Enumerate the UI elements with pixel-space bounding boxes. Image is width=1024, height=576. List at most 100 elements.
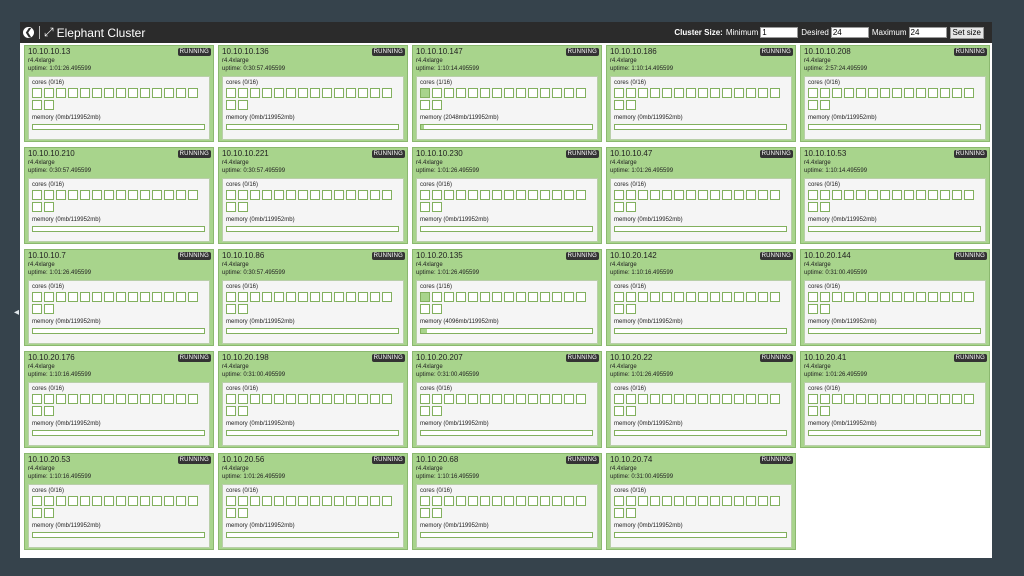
core-cell — [358, 394, 368, 404]
core-cell — [56, 88, 66, 98]
cores-label: cores (0/16) — [614, 488, 647, 494]
cores-label: cores (0/16) — [614, 182, 647, 188]
core-cell — [346, 394, 356, 404]
core-cell — [504, 88, 514, 98]
core-cell — [952, 394, 962, 404]
cores-label: cores (0/16) — [420, 488, 453, 494]
core-cell — [892, 190, 902, 200]
core-cell — [286, 394, 296, 404]
minimum-label: Minimum — [725, 28, 759, 37]
core-cell — [44, 88, 54, 98]
resource-panel: cores (0/16) memory (0mb/119952mb) — [416, 178, 598, 242]
core-cell — [480, 496, 490, 506]
core-cell — [432, 88, 442, 98]
core-cell — [832, 88, 842, 98]
core-cell — [626, 88, 636, 98]
core-grid — [808, 88, 981, 110]
minimum-input[interactable] — [760, 27, 799, 38]
node-ip: 10.10.20.198 — [222, 353, 269, 362]
node-uptime: uptime: 1:01:26.495599 — [804, 372, 868, 378]
core-cell — [44, 292, 54, 302]
core-cell — [626, 304, 636, 314]
core-cell — [844, 292, 854, 302]
resource-panel: cores (1/16) memory (4096mb/119952mb) — [416, 280, 598, 344]
instance-type: r4.4xlarge — [804, 364, 831, 370]
core-cell — [44, 394, 54, 404]
instance-type: r4.4xlarge — [28, 466, 55, 472]
core-cell — [274, 394, 284, 404]
core-cell — [456, 394, 466, 404]
core-cell — [614, 100, 624, 110]
memory-bar — [32, 124, 205, 130]
core-cell — [68, 292, 78, 302]
memory-bar — [226, 328, 399, 334]
core-cell — [734, 88, 744, 98]
memory-label: memory (0mb/119952mb) — [226, 319, 295, 325]
core-cell — [808, 394, 818, 404]
memory-label: memory (0mb/119952mb) — [614, 523, 683, 529]
node-uptime: uptime: 1:10:16.495599 — [610, 270, 674, 276]
core-cell — [492, 88, 502, 98]
core-cell — [346, 292, 356, 302]
memory-bar — [808, 430, 981, 436]
core-cell — [492, 394, 502, 404]
core-cell — [420, 292, 430, 302]
memory-bar — [226, 124, 399, 130]
core-grid — [420, 190, 593, 212]
core-cell — [92, 88, 102, 98]
core-cell — [432, 304, 442, 314]
core-cell — [420, 190, 430, 200]
memory-bar — [226, 532, 399, 538]
resource-panel: cores (0/16) memory (0mb/119952mb) — [28, 76, 210, 140]
collapse-arrow-icon[interactable]: ◂ — [14, 308, 19, 318]
node-uptime: uptime: 1:01:26.495599 — [416, 168, 480, 174]
set-size-button[interactable]: Set size — [949, 26, 984, 39]
core-cell — [250, 496, 260, 506]
expand-icon[interactable]: ⤢ — [44, 25, 54, 40]
core-cell — [650, 394, 660, 404]
desired-input[interactable] — [830, 27, 869, 38]
status-badge: RUNNING — [371, 150, 405, 158]
core-cell — [310, 496, 320, 506]
core-cell — [250, 394, 260, 404]
top-bar: ❮ ⤢ Elephant Cluster Cluster Size: Minim… — [20, 22, 992, 43]
core-cell — [674, 190, 684, 200]
core-cell — [298, 292, 308, 302]
core-cell — [80, 190, 90, 200]
core-cell — [262, 496, 272, 506]
core-cell — [432, 100, 442, 110]
core-cell — [576, 292, 586, 302]
node-uptime: uptime: 1:10:16.495599 — [416, 474, 480, 480]
memory-bar — [32, 226, 205, 232]
back-arrow-icon[interactable]: ❮ — [23, 27, 34, 38]
core-cell — [964, 394, 974, 404]
memory-label: memory (0mb/119952mb) — [420, 421, 489, 427]
core-cell — [334, 88, 344, 98]
status-badge: RUNNING — [371, 48, 405, 56]
core-grid — [226, 292, 399, 314]
core-cell — [420, 394, 430, 404]
core-cell — [334, 190, 344, 200]
core-grid — [226, 190, 399, 212]
node-uptime: uptime: 1:01:26.495599 — [610, 372, 674, 378]
memory-label: memory (0mb/119952mb) — [808, 115, 877, 121]
memory-bar — [614, 532, 787, 538]
cores-label: cores (0/16) — [32, 488, 65, 494]
status-badge: RUNNING — [177, 150, 211, 158]
core-cell — [188, 496, 198, 506]
core-cell — [614, 508, 624, 518]
core-cell — [808, 292, 818, 302]
core-cell — [346, 88, 356, 98]
core-cell — [420, 508, 430, 518]
node-ip: 10.10.10.47 — [610, 149, 653, 158]
maximum-input[interactable] — [908, 27, 947, 38]
core-cell — [32, 190, 42, 200]
core-cell — [722, 88, 732, 98]
memory-bar — [614, 124, 787, 130]
node-ip: 10.10.10.136 — [222, 47, 269, 56]
core-cell — [770, 292, 780, 302]
status-badge: RUNNING — [759, 456, 793, 464]
core-cell — [226, 100, 236, 110]
core-cell — [722, 496, 732, 506]
core-cell — [734, 292, 744, 302]
